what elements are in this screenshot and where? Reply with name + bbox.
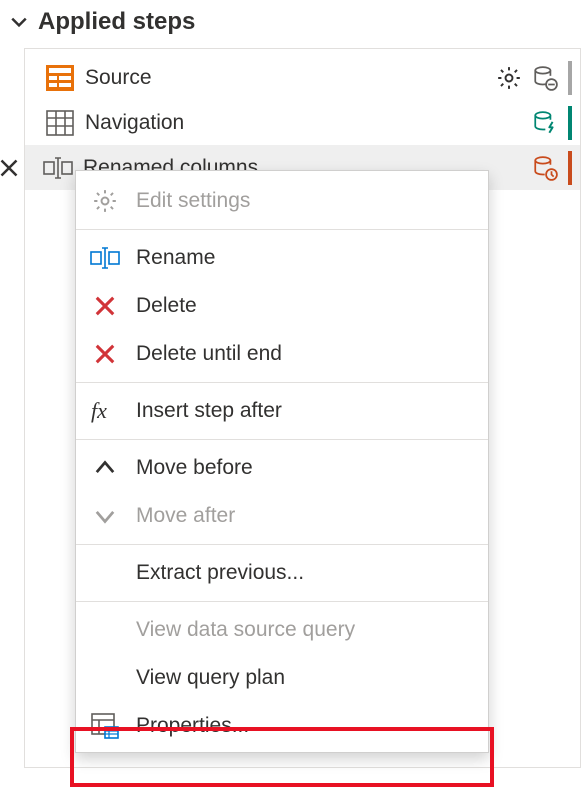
step-label: Navigation bbox=[85, 111, 184, 135]
table-icon bbox=[45, 109, 75, 137]
step-source[interactable]: Source bbox=[25, 55, 580, 100]
status-bar bbox=[568, 61, 572, 95]
menu-insert-step-after[interactable]: fx Insert step after bbox=[76, 387, 488, 435]
menu-label: Properties... bbox=[136, 714, 249, 738]
menu-separator bbox=[76, 229, 488, 230]
chevron-down-icon bbox=[10, 13, 28, 31]
close-icon bbox=[90, 339, 120, 369]
menu-separator bbox=[76, 439, 488, 440]
menu-label: View data source query bbox=[136, 618, 355, 642]
menu-separator bbox=[76, 544, 488, 545]
panel-title: Applied steps bbox=[38, 8, 195, 36]
gear-icon[interactable] bbox=[494, 63, 524, 93]
menu-extract-previous[interactable]: Extract previous... bbox=[76, 549, 488, 597]
svg-text:fx: fx bbox=[91, 399, 107, 423]
applied-steps-panel: Applied steps Source bbox=[0, 0, 581, 768]
menu-properties[interactable]: Properties... bbox=[76, 702, 488, 750]
status-bar bbox=[568, 151, 572, 185]
properties-icon bbox=[90, 711, 120, 741]
menu-separator bbox=[76, 382, 488, 383]
menu-label: Delete until end bbox=[136, 342, 282, 366]
chevron-down-icon bbox=[90, 501, 120, 531]
chevron-up-icon bbox=[90, 453, 120, 483]
menu-view-query-plan[interactable]: View query plan bbox=[76, 654, 488, 702]
menu-delete[interactable]: Delete bbox=[76, 282, 488, 330]
panel-header[interactable]: Applied steps bbox=[0, 0, 581, 48]
database-bolt-icon bbox=[530, 108, 560, 138]
menu-label: Rename bbox=[136, 246, 215, 270]
menu-move-after: Move after bbox=[76, 492, 488, 540]
database-clock-icon bbox=[530, 153, 560, 183]
menu-view-data-source-query: View data source query bbox=[76, 606, 488, 654]
menu-label: Extract previous... bbox=[136, 561, 304, 585]
rename-icon bbox=[90, 243, 120, 273]
menu-label: Move after bbox=[136, 504, 235, 528]
table-source-icon bbox=[45, 64, 75, 92]
menu-label: Edit settings bbox=[136, 189, 250, 213]
menu-move-before[interactable]: Move before bbox=[76, 444, 488, 492]
menu-rename[interactable]: Rename bbox=[76, 234, 488, 282]
database-minus-icon bbox=[530, 63, 560, 93]
status-bar bbox=[568, 106, 572, 140]
context-menu: Edit settings Rename Delete Delete until… bbox=[75, 170, 489, 753]
menu-label: View query plan bbox=[136, 666, 285, 690]
delete-step-icon[interactable] bbox=[0, 158, 19, 178]
menu-delete-until-end[interactable]: Delete until end bbox=[76, 330, 488, 378]
step-navigation[interactable]: Navigation bbox=[25, 100, 580, 145]
menu-label: Delete bbox=[136, 294, 197, 318]
fx-icon: fx bbox=[90, 396, 120, 426]
rename-columns-icon bbox=[43, 154, 73, 182]
menu-edit-settings: Edit settings bbox=[76, 177, 488, 225]
menu-separator bbox=[76, 601, 488, 602]
menu-label: Move before bbox=[136, 456, 253, 480]
close-icon bbox=[90, 291, 120, 321]
gear-icon bbox=[90, 186, 120, 216]
step-label: Source bbox=[85, 66, 152, 90]
menu-label: Insert step after bbox=[136, 399, 282, 423]
